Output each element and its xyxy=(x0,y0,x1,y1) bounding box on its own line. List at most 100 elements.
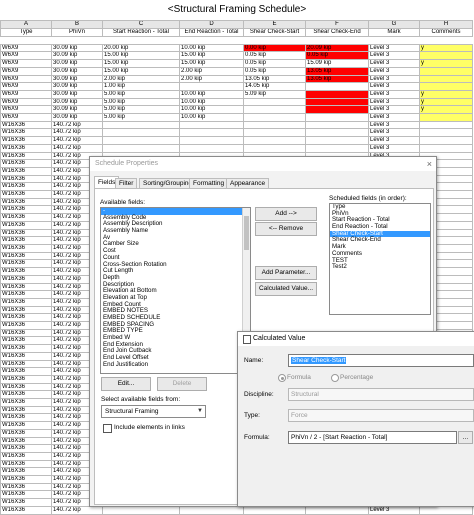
tab-sorting-grouping[interactable]: Sorting/Grouping xyxy=(139,178,197,188)
table-cell[interactable]: 15.00 kip xyxy=(179,51,244,61)
table-cell[interactable]: 30.09 kip xyxy=(51,43,103,53)
table-cell[interactable]: 15.09 kip xyxy=(305,59,369,68)
tab-filter[interactable]: Filter xyxy=(115,178,138,188)
table-cell[interactable]: 15.00 kip xyxy=(102,51,180,61)
table-cell[interactable]: 5.00 kip xyxy=(102,89,180,99)
table-cell[interactable]: 5.00 kip xyxy=(102,113,180,122)
table-cell[interactable]: W16X36 xyxy=(0,367,52,376)
tab-formatting[interactable]: Formatting xyxy=(189,178,229,188)
table-cell[interactable]: W16X36 xyxy=(0,290,52,299)
table-cell[interactable]: W16X36 xyxy=(0,259,52,269)
table-cell[interactable]: W6X9 xyxy=(0,82,52,91)
table-cell[interactable]: 0.05 kip xyxy=(243,51,306,61)
table-cell[interactable] xyxy=(102,505,180,515)
scrollbar-thumb[interactable] xyxy=(244,216,249,250)
table-cell[interactable]: W16X36 xyxy=(0,413,52,423)
table-cell[interactable] xyxy=(102,136,180,145)
column-letter[interactable]: A xyxy=(0,20,52,29)
table-cell[interactable]: 140.72 kip xyxy=(51,143,103,153)
table-cell[interactable]: Level 3 xyxy=(368,43,420,53)
table-cell[interactable]: 0.05 kip xyxy=(243,66,306,76)
table-cell[interactable]: W16X36 xyxy=(0,428,52,438)
table-cell[interactable]: 1.00 kip xyxy=(102,82,180,91)
name-input[interactable]: Shear Check-Start xyxy=(288,354,474,367)
close-icon[interactable]: × xyxy=(427,157,432,171)
column-header[interactable]: PhiVn xyxy=(51,28,103,37)
table-cell[interactable]: 30.09 kip xyxy=(51,74,103,84)
column-header[interactable]: Comments xyxy=(419,28,473,37)
column-letter[interactable]: D xyxy=(179,20,244,29)
table-cell[interactable] xyxy=(419,82,473,91)
table-cell[interactable]: W6X9 xyxy=(0,105,52,115)
spacer-cell[interactable] xyxy=(419,35,473,45)
table-cell[interactable]: 30.09 kip xyxy=(51,59,103,68)
table-cell[interactable]: 10.00 kip xyxy=(179,43,244,53)
table-cell[interactable]: 20.09 kip xyxy=(305,43,369,53)
table-cell[interactable]: Level 3 xyxy=(368,89,420,99)
table-cell[interactable]: 2.00 kip xyxy=(102,74,180,84)
table-cell[interactable]: W16X36 xyxy=(0,159,52,168)
remove-field-button[interactable]: <-- Remove xyxy=(255,222,317,236)
calculated-value-button[interactable]: Calculated Value... xyxy=(255,282,317,296)
table-cell[interactable] xyxy=(102,120,180,130)
table-cell[interactable]: 140.72 kip xyxy=(51,505,103,515)
table-cell[interactable]: 30.09 kip xyxy=(51,82,103,91)
table-cell[interactable]: y xyxy=(419,105,473,115)
table-cell[interactable] xyxy=(305,105,369,115)
table-cell[interactable] xyxy=(419,113,473,122)
table-cell[interactable]: W16X36 xyxy=(0,351,52,361)
column-letter[interactable]: G xyxy=(368,20,420,29)
table-cell[interactable]: W16X36 xyxy=(0,421,52,430)
table-cell[interactable]: W16X36 xyxy=(0,190,52,199)
table-cell[interactable]: 2.00 kip xyxy=(179,74,244,84)
edit-button[interactable]: Edit... xyxy=(101,377,151,391)
table-cell[interactable]: W16X36 xyxy=(0,143,52,153)
table-cell[interactable]: 5.09 kip xyxy=(243,89,306,99)
table-cell[interactable] xyxy=(243,105,306,115)
table-cell[interactable]: 30.09 kip xyxy=(51,105,103,115)
table-cell[interactable]: Level 3 xyxy=(368,59,420,68)
table-cell[interactable]: 0.05 kip xyxy=(305,51,369,61)
table-cell[interactable] xyxy=(419,128,473,138)
table-cell[interactable]: W16X36 xyxy=(0,390,52,400)
table-cell[interactable]: 20.00 kip xyxy=(102,43,180,53)
table-cell[interactable]: W6X9 xyxy=(0,74,52,84)
table-cell[interactable]: W16X36 xyxy=(0,174,52,184)
table-cell[interactable]: 13.05 kip xyxy=(243,74,306,84)
table-cell[interactable]: 30.09 kip xyxy=(51,89,103,99)
table-cell[interactable]: W16X36 xyxy=(0,505,52,515)
column-letter[interactable]: H xyxy=(419,20,473,29)
table-cell[interactable]: 15.00 kip xyxy=(102,59,180,68)
table-cell[interactable]: W16X36 xyxy=(0,213,52,222)
table-cell[interactable] xyxy=(305,89,369,99)
table-cell[interactable]: W16X36 xyxy=(0,151,52,161)
table-cell[interactable]: W16X36 xyxy=(0,282,52,292)
column-header[interactable]: End Reaction - Total xyxy=(179,28,244,37)
table-cell[interactable]: W16X36 xyxy=(0,313,52,322)
table-cell[interactable]: 140.72 kip xyxy=(51,120,103,130)
table-cell[interactable] xyxy=(305,97,369,107)
table-cell[interactable]: W16X36 xyxy=(0,274,52,284)
table-cell[interactable]: W16X36 xyxy=(0,197,52,207)
add-parameter-button[interactable]: Add Parameter... xyxy=(255,266,317,280)
table-cell[interactable]: 30.09 kip xyxy=(51,113,103,122)
table-cell[interactable]: 10.00 kip xyxy=(179,113,244,122)
table-cell[interactable]: 140.72 kip xyxy=(51,128,103,138)
add-field-button[interactable]: Add --> xyxy=(255,207,317,221)
table-cell[interactable]: W16X36 xyxy=(0,244,52,253)
column-header[interactable]: Shear Check-Start xyxy=(243,28,306,37)
list-item[interactable]: Camber Size xyxy=(101,241,250,248)
table-cell[interactable]: Level 3 xyxy=(368,82,420,91)
table-cell[interactable]: W6X9 xyxy=(0,113,52,122)
table-cell[interactable] xyxy=(243,505,306,515)
table-cell[interactable]: W16X36 xyxy=(0,359,52,369)
table-cell[interactable] xyxy=(305,143,369,153)
table-cell[interactable]: 10.00 kip xyxy=(179,105,244,115)
tab-appearance[interactable]: Appearance xyxy=(226,178,270,188)
table-cell[interactable]: W16X36 xyxy=(0,459,52,469)
table-cell[interactable]: W16X36 xyxy=(0,344,52,353)
table-cell[interactable] xyxy=(419,143,473,153)
list-item[interactable]: Cost xyxy=(101,247,250,255)
table-cell[interactable] xyxy=(243,128,306,138)
formula-radio[interactable] xyxy=(278,374,286,382)
